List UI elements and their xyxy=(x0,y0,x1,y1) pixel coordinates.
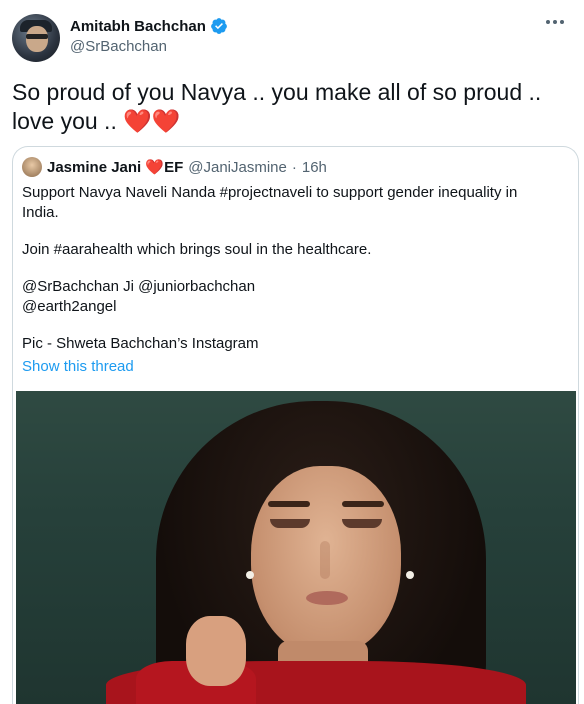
quoted-tweet[interactable]: Jasmine Jani ❤️EF @JaniJasmine · 16h Sup… xyxy=(12,146,579,704)
quoted-line: Pic - Shweta Bachchan’s Instagram xyxy=(22,335,259,352)
avatar[interactable] xyxy=(12,14,60,62)
author-handle[interactable]: @SrBachchan xyxy=(70,38,167,55)
more-options-icon[interactable] xyxy=(538,10,572,34)
author-name-row[interactable]: Amitabh Bachchan xyxy=(70,17,228,35)
tweet: Amitabh Bachchan @SrBachchan So proud of… xyxy=(0,0,584,704)
author-display-name[interactable]: Amitabh Bachchan xyxy=(70,18,206,35)
avatar-face xyxy=(26,26,48,52)
quoted-author-name: Jasmine Jani ❤️EF xyxy=(47,159,184,176)
dot-separator: · xyxy=(291,158,297,176)
show-thread-link[interactable]: Show this thread xyxy=(22,358,134,375)
quoted-timestamp: 16h xyxy=(301,158,327,176)
quoted-line: @earth2angel xyxy=(22,298,117,315)
quoted-tweet-header: Jasmine Jani ❤️EF @JaniJasmine · 16h xyxy=(22,157,327,177)
verified-badge-icon xyxy=(210,18,227,34)
avatar-glasses xyxy=(26,34,48,39)
quoted-tweet-text: Support Navya Naveli Nanda #projectnavel… xyxy=(22,183,542,354)
quoted-line: Support Navya Naveli Nanda #projectnavel… xyxy=(22,184,518,221)
quoted-line: Join #aarahealth which brings soul in th… xyxy=(22,241,372,258)
tweet-text-body: So proud of you Navya .. you make all of… xyxy=(12,79,542,134)
quoted-photo[interactable] xyxy=(16,391,576,704)
heart-emoji-icon: ❤️ xyxy=(145,159,165,176)
quoted-line: @SrBachchan Ji @juniorbachchan xyxy=(22,278,256,295)
quoted-author-avatar xyxy=(22,157,42,177)
tweet-text: So proud of you Navya .. you make all of… xyxy=(12,78,572,136)
heart-emoji-icon: ❤️❤️ xyxy=(123,108,181,134)
quoted-author-handle: @JaniJasmine xyxy=(188,158,287,176)
photo-hand xyxy=(186,616,246,686)
